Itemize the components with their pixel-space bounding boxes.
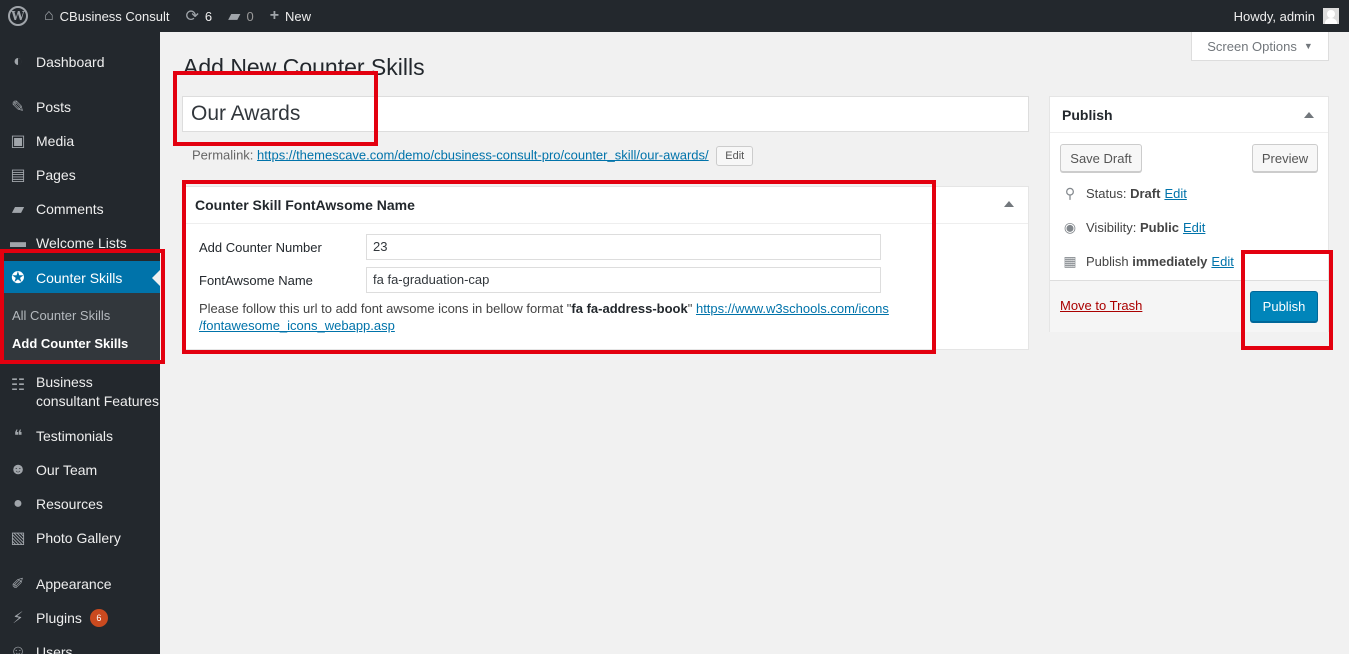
publish-button[interactable]: Publish [1250,291,1318,322]
permalink-slug: our-awards [640,147,706,163]
screen-options-button[interactable]: Screen Options ▼ [1191,32,1329,61]
page-title: Add New Counter Skills [183,54,425,80]
sidebar-item-plugins[interactable]: ⚡ Plugins 6 [0,601,160,635]
permalink-row: Permalink: https://themescave.com/demo/c… [192,146,754,166]
submenu-all-counter-skills[interactable]: All Counter Skills [12,308,110,323]
publish-box: Publish Save Draft Preview ⚲ Status: Dra… [1049,96,1329,332]
permalink-link[interactable]: https://themescave.com/demo/cbusiness-co… [257,147,709,162]
account-menu[interactable]: Howdy, admin [1226,0,1349,32]
updates-link[interactable]: ⟳ 6 [178,0,221,32]
admin-sidebar: ◐ Dashboard ✎ Posts ▣ Media ▤ Pages ▰ Comment… [0,32,160,654]
collapse-arrow-icon[interactable] [1304,112,1314,118]
caret-down-icon: ▼ [1303,41,1313,51]
fontawesome-name-label: FontAwsome Name [199,273,313,288]
submenu-add-counter-skills[interactable]: Add Counter Skills [12,336,128,351]
counter-number-label: Add Counter Number [199,240,322,255]
comment-icon: ▰ [11,201,25,218]
status-row: ⚲ Status: Draft Edit [1060,185,1187,202]
metabox-title: Counter Skill FontAwsome Name [183,187,1028,224]
counter-icon: ✪ [11,270,25,287]
groups-icon: ☻ [9,461,27,478]
post-title-input[interactable]: Our Awards [182,96,1029,132]
plus-icon: + [269,7,280,24]
sidebar-item-photo-gallery[interactable]: ▧ Photo Gallery [0,521,160,555]
gallery-icon: ▧ [10,530,26,547]
pin-icon: ✎ [11,99,25,116]
sidebar-item-comments[interactable]: ▰ Comments [0,192,160,226]
sidebar-item-testimonials[interactable]: ❝ Testimonials [0,419,160,453]
pin-icon: ⚲ [1064,185,1076,201]
comments-link[interactable]: ▰ 0 [220,0,262,32]
brush-icon: ✐ [11,576,25,593]
plugins-update-badge: 6 [89,609,108,627]
sidebar-item-pages[interactable]: ▤ Pages [0,158,160,192]
quote-icon: ❝ [13,428,23,445]
collapse-arrow-icon[interactable] [1004,201,1014,207]
sidebar-item-dashboard[interactable]: ◐ Dashboard [0,45,160,79]
fontawesome-name-input[interactable]: fa fa-graduation-cap [366,267,881,293]
permalink-edit-button[interactable]: Edit [716,146,754,166]
publish-box-title: Publish [1050,97,1328,133]
status-edit-link[interactable]: Edit [1164,186,1186,201]
counter-number-input[interactable]: 23 [366,234,881,260]
counter-skills-submenu: All Counter Skills Add Counter Skills [0,293,160,361]
save-draft-button[interactable]: Save Draft [1060,144,1142,172]
sidebar-item-appearance[interactable]: ✐ Appearance [0,567,160,601]
sidebar-item-posts[interactable]: ✎ Posts [0,90,160,124]
sidebar-item-our-team[interactable]: ☻ Our Team [0,453,160,487]
site-name-link[interactable]: ⌂ CBusiness Consult [36,0,178,32]
wordpress-logo-icon[interactable]: W [0,0,36,32]
user-icon: ☺ [9,643,27,654]
visibility-edit-link[interactable]: Edit [1183,220,1205,235]
avatar [1323,8,1339,24]
sidebar-item-counter-skills[interactable]: ✪ Counter Skills [0,261,160,295]
publish-actions: Move to Trash Publish [1050,280,1328,332]
schedule-row: ▦ Publish immediately Edit [1060,253,1233,270]
sidebar-item-users[interactable]: ☺ Users [0,635,160,654]
sidebar-item-welcome-lists[interactable]: ▬ Welcome Lists [0,226,160,260]
permalink-label: Permalink: [192,147,254,163]
fontawesome-help-note: Please follow this url to add font awsom… [199,301,889,333]
users-icon: ● [13,495,23,512]
sitemap-icon: ☷ [10,377,26,394]
sidebar-item-resources[interactable]: ● Resources [0,487,160,521]
counter-skill-metabox: Counter Skill FontAwsome Name Add Counte… [182,186,1029,350]
sidebar-item-media[interactable]: ▣ Media [0,124,160,158]
home-icon: ⌂ [44,7,54,24]
eye-icon: ◉ [1063,219,1077,235]
move-to-trash-link[interactable]: Move to Trash [1060,298,1142,313]
media-icon: ▣ [10,133,26,150]
preview-button[interactable]: Preview [1252,144,1318,172]
comment-bubble-icon: ▰ [228,8,241,25]
admin-bar: W ⌂ CBusiness Consult ⟳ 6 ▰ 0 + New Howd… [0,0,1349,32]
schedule-edit-link[interactable]: Edit [1211,254,1233,269]
refresh-icon: ⟳ [185,8,199,25]
dashboard-icon: ◐ [13,53,23,70]
pages-icon: ▤ [10,167,26,184]
heart-icon: ▬ [10,234,26,251]
calendar-icon: ▦ [1063,253,1077,269]
visibility-row: ◉ Visibility: Public Edit [1060,219,1206,236]
new-content-link[interactable]: + New [262,0,319,32]
plug-icon: ⚡ [12,610,24,627]
sidebar-item-business-features[interactable]: ☷ Business consultant Features [0,373,160,413]
